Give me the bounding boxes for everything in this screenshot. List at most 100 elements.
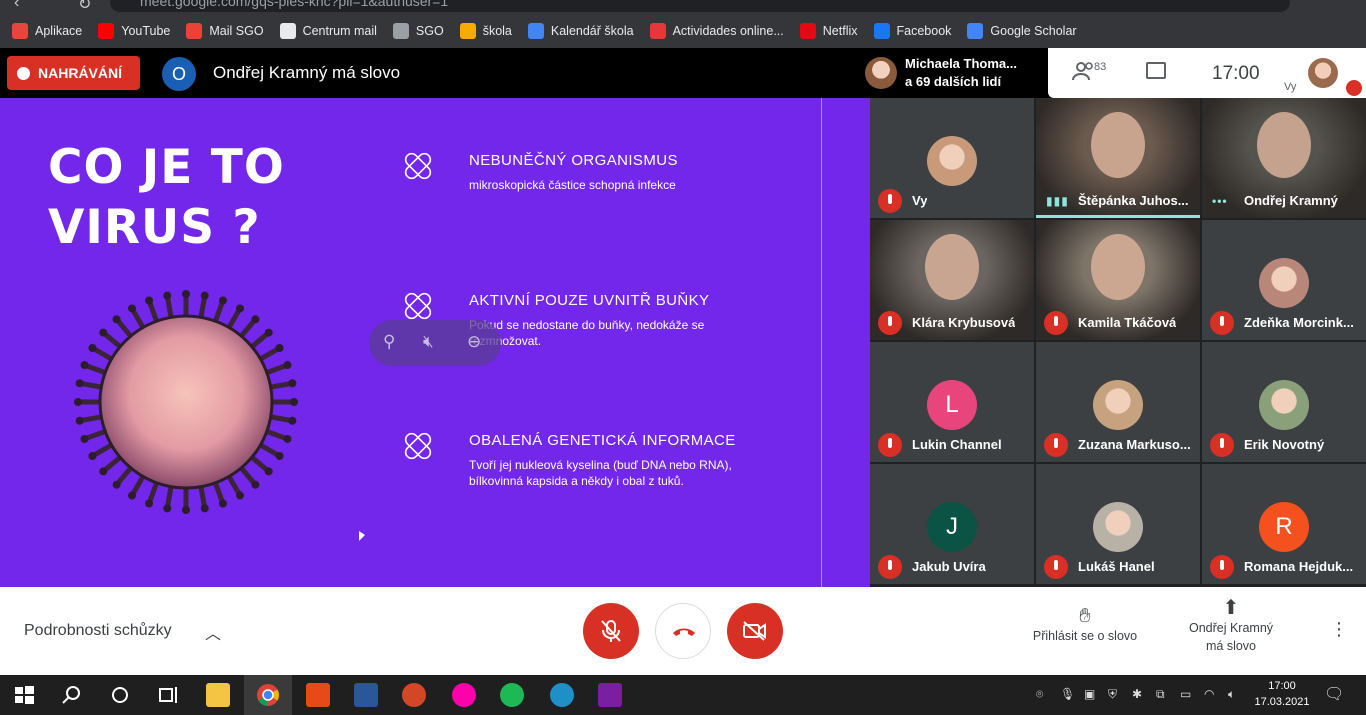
people-icon[interactable] — [1072, 60, 1096, 82]
microphone-toggle-button[interactable] — [583, 603, 639, 659]
shield-icon[interactable]: ⛨ — [1108, 687, 1117, 702]
pin-icon[interactable]: ⚲ — [383, 332, 395, 352]
bookmark-item[interactable]: Mail SGO — [186, 23, 264, 39]
virus-spike-tip — [163, 291, 172, 300]
participant-name: Štěpánka Juhos... — [1078, 193, 1189, 208]
meeting-controls-bar: Podrobnosti schůzky ︿ ✋︎ Přihlásit se o … — [0, 587, 1366, 675]
virus-spike-tip — [200, 291, 209, 300]
network-tray-icon[interactable]: ▣ — [1084, 687, 1095, 701]
self-label: Vy — [1284, 81, 1297, 93]
bookmark-label: škola — [482, 24, 512, 38]
task-view-icon[interactable] — [156, 683, 180, 707]
participant-tile[interactable]: R Romana Hejduk... — [1202, 464, 1366, 584]
virus-spike-tip — [251, 480, 260, 489]
sgo-icon — [392, 23, 409, 39]
itunes-icon[interactable] — [452, 683, 476, 707]
notifications-icon[interactable]: 🗨︎ — [1324, 684, 1344, 704]
mic-off-icon — [1044, 311, 1068, 335]
participant-tile[interactable]: Lukáš Hanel — [1036, 464, 1200, 584]
participant-tile[interactable]: Klára Krybusová — [870, 220, 1034, 340]
participant-name: Kamila Tkáčová — [1078, 315, 1177, 330]
search-icon[interactable] — [60, 683, 84, 707]
bandage-icon — [404, 152, 432, 180]
present-now-button[interactable]: ⬆︎ Ondřej Kramný má slovo — [1172, 598, 1290, 655]
more-options-icon[interactable]: ⋮ — [1330, 619, 1348, 640]
presenter-avatar: O — [162, 57, 196, 91]
participant-tile[interactable]: ▮▮▮ Štěpánka Juhos... — [1036, 98, 1200, 218]
wifi-icon[interactable]: ◠ — [1204, 687, 1214, 701]
mic-off-icon — [1346, 80, 1362, 96]
camera-toggle-button[interactable] — [727, 603, 783, 659]
bookmark-item[interactable]: Aplikace — [12, 23, 82, 39]
address-bar[interactable]: meet.google.com/gqs-pies-khc?pli=1&authu… — [110, 0, 1290, 12]
reload-icon[interactable]: ↻ — [78, 0, 91, 14]
chat-icon[interactable] — [1146, 62, 1166, 79]
spotify-icon[interactable] — [500, 683, 524, 707]
participant-tile[interactable]: L Lukin Channel — [870, 342, 1034, 462]
edge-icon[interactable] — [550, 683, 574, 707]
cortana-icon[interactable] — [108, 683, 132, 707]
bookmark-item[interactable]: Kalendář škola — [527, 23, 634, 39]
windows-start-icon[interactable] — [12, 683, 36, 707]
raise-hand-label: Přihlásit se o slovo — [1032, 629, 1138, 643]
participant-name: Klára Krybusová — [912, 315, 1016, 330]
apps-grid-icon — [12, 23, 28, 39]
participant-tile[interactable]: J Jakub Uvíra — [870, 464, 1034, 584]
bookmark-item[interactable]: Centrum mail — [279, 23, 377, 39]
file-explorer-icon[interactable] — [206, 683, 230, 707]
record-dot-icon — [17, 66, 30, 80]
hand-icon: ✋︎ — [1079, 605, 1091, 627]
battery-icon[interactable]: ▭ — [1180, 687, 1191, 701]
participant-avatar: J — [927, 502, 977, 552]
chevron-up-icon[interactable]: ︿ — [205, 620, 221, 644]
mute-audio-icon[interactable]: 🔇︎ — [423, 332, 434, 352]
virus-spike-tip — [75, 379, 84, 388]
powerpoint-icon[interactable] — [402, 683, 426, 707]
participants-summary[interactable]: Michaela Thoma... a 69 dalších lidí — [857, 48, 1047, 98]
self-avatar[interactable] — [1308, 58, 1338, 88]
participant-tile[interactable]: Zdeňka Morcink... — [1202, 220, 1366, 340]
word-icon[interactable] — [354, 683, 378, 707]
participant-tile[interactable]: ••• Ondřej Kramný — [1202, 98, 1366, 218]
header-controls: 83 17:00 Vy — [1048, 48, 1366, 98]
leave-call-button[interactable] — [655, 603, 711, 659]
participant-tile[interactable]: Vy — [870, 98, 1034, 218]
activities-icon — [649, 23, 666, 39]
bookmark-item[interactable]: Facebook — [873, 23, 951, 39]
app-tray-icon[interactable]: ⧉ — [1156, 687, 1165, 702]
app-icon[interactable] — [598, 683, 622, 707]
recording-badge[interactable]: NAHRÁVÁNÍ — [7, 56, 140, 90]
bandage-icon — [404, 432, 432, 460]
participant-tile[interactable]: Zuzana Markuso... — [1036, 342, 1200, 462]
bluetooth-icon[interactable]: ✱ — [1132, 687, 1142, 701]
section-heading: NEBUNĚČNÝ ORGANISMUS — [469, 152, 678, 169]
bookmark-item[interactable]: SGO — [392, 23, 444, 39]
raise-hand-button[interactable]: ✋︎ Přihlásit se o slovo — [1022, 605, 1148, 645]
system-clock[interactable]: 17:00 17.03.2021 — [1252, 678, 1312, 710]
participant-avatar — [927, 136, 977, 186]
chrome-icon[interactable] — [256, 683, 280, 707]
bookmark-item[interactable]: Actividades online... — [649, 23, 784, 39]
bandage-icon — [404, 292, 432, 320]
participant-tile[interactable]: Erik Novotný — [1202, 342, 1366, 462]
back-arrow-icon[interactable]: ‹ — [14, 0, 19, 12]
bookmark-item[interactable]: Google Scholar — [967, 23, 1077, 39]
virus-spike-tip — [182, 506, 190, 514]
bookmark-item[interactable]: škola — [459, 23, 512, 39]
windows-taskbar: ⌾ 🎙︎ ▣ ⛨ ✱ ⧉ ▭ ◠ 🔈︎ 17:00 17.03.2021 🗨︎ — [0, 675, 1366, 715]
virus-spike-tip — [288, 416, 297, 425]
microphone-tray-icon[interactable]: 🎙︎ — [1060, 687, 1075, 701]
hang-up-icon — [673, 628, 695, 636]
camera-tray-icon[interactable]: ⌾ — [1036, 687, 1043, 702]
volume-icon[interactable]: 🔈︎ — [1228, 687, 1235, 702]
participant-avatar — [865, 57, 897, 89]
bookmark-item[interactable]: YouTube — [98, 23, 170, 39]
bookmark-item[interactable]: Netflix — [799, 23, 858, 39]
remove-icon[interactable]: ⊖ — [467, 332, 481, 352]
participant-tile[interactable]: Kamila Tkáčová — [1036, 220, 1200, 340]
participant-name: Erik Novotný — [1244, 437, 1325, 452]
video-feed — [925, 234, 979, 300]
office-icon[interactable] — [306, 683, 330, 707]
meet-header: NAHRÁVÁNÍ O Ondřej Kramný má slovo Micha… — [0, 48, 1366, 98]
meeting-details-button[interactable]: Podrobnosti schůzky — [24, 622, 172, 640]
